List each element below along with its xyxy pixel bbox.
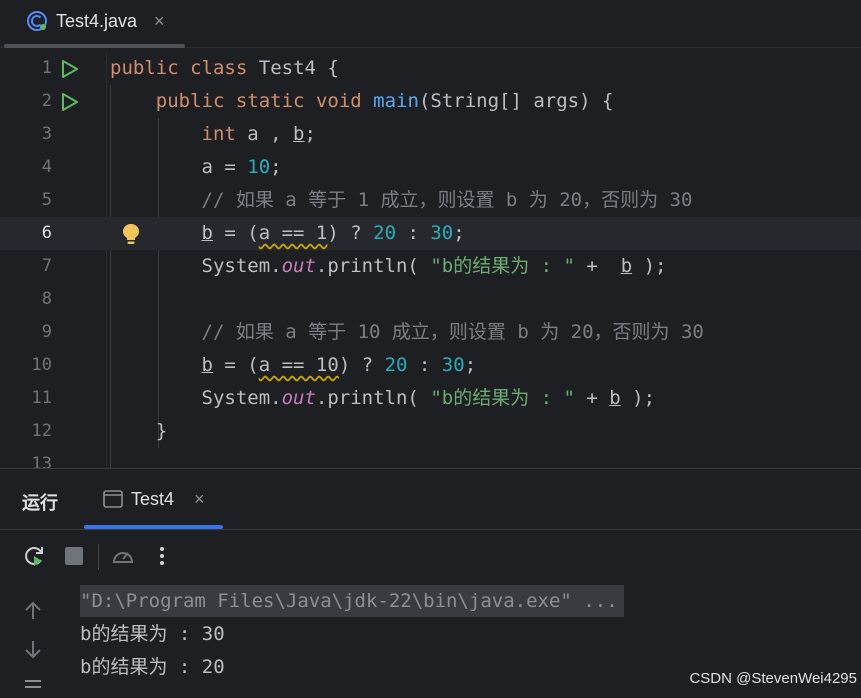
code-text: }: [155, 420, 168, 442]
code-text: b = (a == 1) ? 20 : 30;: [201, 222, 465, 244]
toolbar-separator: [98, 544, 99, 570]
code-line[interactable]: 8: [0, 283, 861, 316]
run-tool-window: 运行 Test4 × "D:\Program Files\Java\jdk-22…: [0, 468, 861, 694]
code-line[interactable]: 12 }: [0, 415, 861, 448]
scroll-up-icon[interactable]: [22, 600, 44, 622]
code-text: public static void main(String[] args) {: [155, 90, 614, 112]
code-line[interactable]: 2 public static void main(String[] args)…: [0, 85, 861, 118]
line-number: 9: [41, 322, 52, 342]
code-text: public class Test4 {: [110, 57, 339, 79]
code-text: int a , b;: [201, 123, 316, 145]
run-config-tab[interactable]: Test4 ×: [84, 469, 223, 529]
java-class-icon: [27, 11, 47, 31]
code-line-active[interactable]: 6 b = (a == 1) ? 20 : 30;: [0, 217, 861, 250]
line-number: 2: [41, 91, 52, 111]
code-line[interactable]: 9 // 如果 a 等于 10 成立，则设置 b 为 20，否则为 30: [0, 316, 861, 349]
line-number: 10: [31, 355, 52, 375]
console-icon: [103, 490, 123, 508]
more-icon[interactable]: [150, 544, 174, 568]
console-command-line[interactable]: "D:\Program Files\Java\jdk-22\bin\java.e…: [80, 585, 624, 617]
line-number: 3: [41, 124, 52, 144]
line-number: 4: [41, 157, 52, 177]
rerun-icon[interactable]: [22, 544, 46, 568]
code-editor[interactable]: 1 public class Test4 { 2 public static v…: [0, 52, 861, 468]
code-line[interactable]: 3 int a , b;: [0, 118, 861, 151]
run-toolbar: [0, 530, 861, 585]
close-run-tab-icon[interactable]: ×: [194, 489, 205, 510]
code-line[interactable]: 10 b = (a == 10) ? 20 : 30;: [0, 349, 861, 382]
code-line[interactable]: 5 // 如果 a 等于 1 成立，则设置 b 为 20，否则为 30: [0, 184, 861, 217]
line-number: 11: [31, 388, 52, 408]
tab-selection-indicator: [4, 44, 185, 48]
console-output-line: b的结果为 : 20: [80, 656, 225, 678]
code-text: // 如果 a 等于 10 成立，则设置 b 为 20，否则为 30: [201, 321, 704, 343]
console-side-toolbar: [0, 584, 63, 694]
run-tab-selection-indicator: [84, 525, 223, 529]
run-tab-label: Test4: [131, 489, 175, 509]
code-line[interactable]: 11 System.out.println( "b的结果为 : " + b );: [0, 382, 861, 415]
run-header: 运行 Test4 ×: [0, 469, 861, 530]
code-text: a = 10;: [201, 156, 282, 178]
file-tab-label: Test4.java: [56, 11, 138, 31]
line-number: 12: [31, 421, 52, 441]
close-tab-icon[interactable]: ×: [154, 10, 165, 32]
line-number: 8: [41, 289, 52, 309]
line-number: 6: [41, 223, 52, 243]
code-text: // 如果 a 等于 1 成立，则设置 b 为 20，否则为 30: [201, 189, 693, 211]
console-output-line: b的结果为 : 30: [80, 623, 225, 645]
code-line[interactable]: 13: [0, 448, 861, 468]
code-text: System.out.println( "b的结果为 : " + b );: [201, 387, 656, 409]
run-gutter-icon[interactable]: [60, 59, 80, 79]
code-line[interactable]: 4 a = 10;: [0, 151, 861, 184]
line-number: 1: [41, 58, 52, 78]
run-panel-title: 运行: [22, 493, 58, 513]
stop-icon[interactable]: [62, 544, 86, 568]
scroll-down-icon[interactable]: [22, 638, 44, 660]
editor-tab-bar: Test4.java ×: [0, 0, 861, 48]
run-gutter-icon[interactable]: [60, 92, 80, 112]
watermark: CSDN @StevenWei4295: [689, 670, 857, 687]
code-text: b = (a == 10) ? 20 : 30;: [201, 354, 477, 376]
code-line[interactable]: 7 System.out.println( "b的结果为 : " + b );: [0, 250, 861, 283]
line-number: 13: [31, 454, 52, 468]
code-text: System.out.println( "b的结果为 : " + b );: [201, 255, 667, 277]
soft-wrap-icon[interactable]: [22, 676, 44, 698]
code-line[interactable]: 1 public class Test4 {: [0, 52, 861, 85]
profiler-icon[interactable]: [111, 544, 135, 568]
line-number: 7: [41, 256, 52, 276]
line-number: 5: [41, 190, 52, 210]
file-tab[interactable]: Test4.java ×: [4, 0, 185, 48]
